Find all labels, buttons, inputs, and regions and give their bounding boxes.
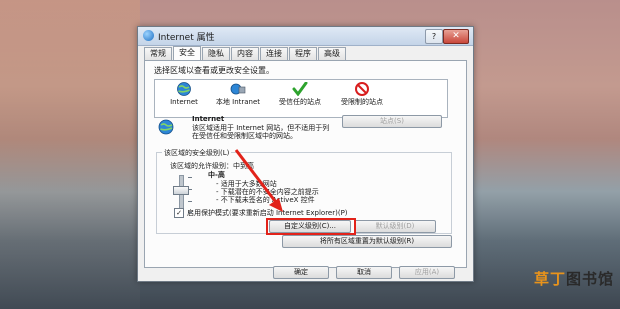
watermark-text-orange: 草丁 [533, 270, 566, 288]
site-watermark: 草丁图书馆 [534, 268, 614, 289]
watermark-text-dark: 图书馆 [565, 270, 614, 288]
annotation-arrow [234, 149, 283, 212]
